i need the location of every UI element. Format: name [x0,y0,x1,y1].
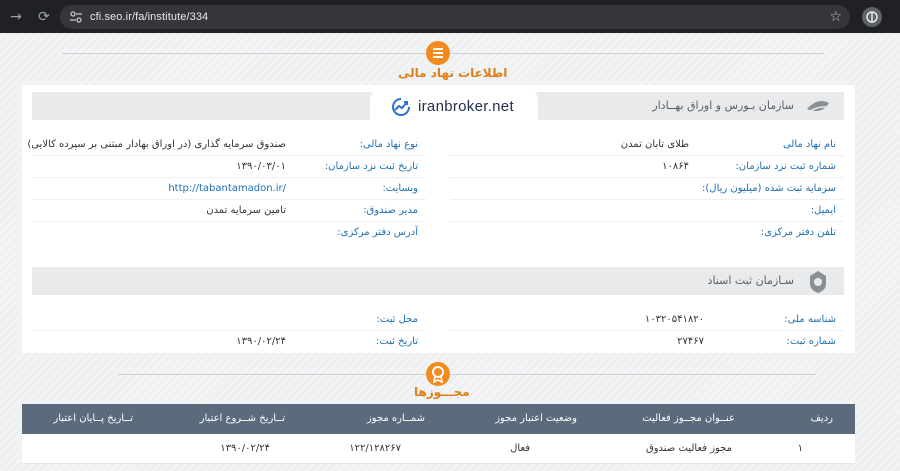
field-row: وبسایت: http://tabantamadon.ir/ [32,178,426,200]
url-text[interactable]: cfi.seo.ir/fa/institute/334 [90,5,208,29]
back-icon[interactable]: → [6,7,26,27]
field-value: تامین سرمایه تمدن [206,205,286,216]
field-value: ۱۳۹۰/۰۳/۰۱ [236,161,286,172]
field-label: شماره ثبت نزد سازمان: [735,161,836,172]
iranbroker-watermark: iranbroker.net [370,88,538,126]
field-value: ۲۷۴۶۷ [677,336,704,347]
field-row: شناسه ملی: ۱۰۳۲۰۵۴۱۸۲۰ [450,309,844,331]
column-header: تــاریخ پــایان اعتبار [53,413,133,424]
browser-toolbar: → ⟳ cfi.seo.ir/fa/institute/334 ☆ [0,0,900,33]
seo-org-name: سازمان بـورس و اوراق بهــادار [652,99,794,112]
field-row: تاریخ ثبت: ۱۳۹۰/۰۲/۲۴ [32,331,426,353]
table-cell: مجوز فعالیت صندوق [645,443,732,454]
section-title-licenses: مجـــوزها [414,385,470,399]
table-cell: ۱۲۲/۱۲۸۲۶۷ [349,443,401,454]
reload-icon[interactable]: ⟳ [34,7,54,27]
site-settings-icon[interactable] [68,9,84,25]
field-value: صندوق سرمایه گذاری (در اوراق بهادار مبتن… [27,139,286,150]
column-header: وضعیت اعتبار مجوز [495,413,577,424]
field-label: مدیر صندوق: [363,205,418,216]
extension-icon[interactable] [862,7,882,27]
field-label: سرمایه ثبت شده (میلیون ریال): [702,183,836,194]
field-label: نوع نهاد مالی: [359,139,418,150]
field-row: ایمیل: [450,200,844,222]
field-label: شناسه ملی: [784,314,836,325]
table-header: ردیف عنــوان مجــوز فعالیت وضعیت اعتبار … [22,404,855,434]
field-value: طلای تابان تمدن [620,139,689,150]
column-header: شمــاره مجوز [366,413,425,424]
field-row: سرمایه ثبت شده (میلیون ریال): [450,178,844,200]
field-value: ۱۳۹۰/۰۲/۲۴ [236,336,286,347]
bookmark-star-icon[interactable]: ☆ [829,7,842,27]
field-row: نوع نهاد مالی: صندوق سرمایه گذاری (در او… [27,134,426,156]
column-header: عنــوان مجــوز فعالیت [642,413,735,424]
field-label: تاریخ ثبت: [375,336,418,347]
list-icon [426,41,450,65]
field-label: شماره ثبت: [786,336,836,347]
watermark-text: iranbroker.net [418,98,514,115]
table-row[interactable]: ۱ مجوز فعالیت صندوق فعال ۱۲۲/۱۲۸۲۶۷ ۱۳۹۰… [22,434,855,464]
field-row: آدرس دفتر مرکزی: [32,222,426,244]
field-row: تاریخ ثبت نزد سازمان: ۱۳۹۰/۰۳/۰۱ [32,156,426,178]
field-row: مدیر صندوق: تامین سرمایه تمدن [32,200,426,222]
column-header: ردیف [810,413,833,424]
field-label: آدرس دفتر مرکزی: [337,227,418,238]
field-row: نام نهاد مالی طلای تابان تمدن [450,134,844,156]
registry-header-bar: سـازمان ثبت اسناد [32,267,844,295]
award-ribbon-icon [426,362,450,386]
website-link[interactable]: http://tabantamadon.ir/ [168,178,286,200]
field-label: وبسایت: [382,183,418,194]
field-row: محل ثبت: [32,309,426,331]
field-label: محل ثبت: [376,314,418,325]
registry-org-name: سـازمان ثبت اسناد [707,274,794,287]
field-label: تاریخ ثبت نزد سازمان: [324,161,418,172]
seo-logo-icon [804,95,832,117]
registry-emblem-icon [804,270,832,293]
chart-logo-icon [390,97,412,117]
field-label: ایمیل: [810,205,836,216]
field-label: تلفن دفتر مرکزی: [760,227,836,238]
table-cell: ۱۳۹۰/۰۲/۲۴ [220,443,270,454]
field-row: شماره ثبت نزد سازمان: ۱۰۸۶۴ [450,156,844,178]
address-bar[interactable]: cfi.seo.ir/fa/institute/334 ☆ [60,5,850,29]
field-value: ۱۰۳۲۰۵۴۱۸۲۰ [644,314,704,325]
table-cell: ۱ [797,443,803,454]
field-row: شماره ثبت: ۲۷۴۶۷ [450,331,844,353]
column-header: تــاریخ شــروع اعتبار [199,413,285,424]
section-divider [118,374,816,375]
section-title-institution: اطلاعات نهاد مالی [398,66,508,80]
field-value: ۱۰۸۶۴ [662,161,689,172]
field-label: نام نهاد مالی [782,139,836,150]
table-cell: فعال [510,443,530,454]
field-row: تلفن دفتر مرکزی: [450,222,844,244]
